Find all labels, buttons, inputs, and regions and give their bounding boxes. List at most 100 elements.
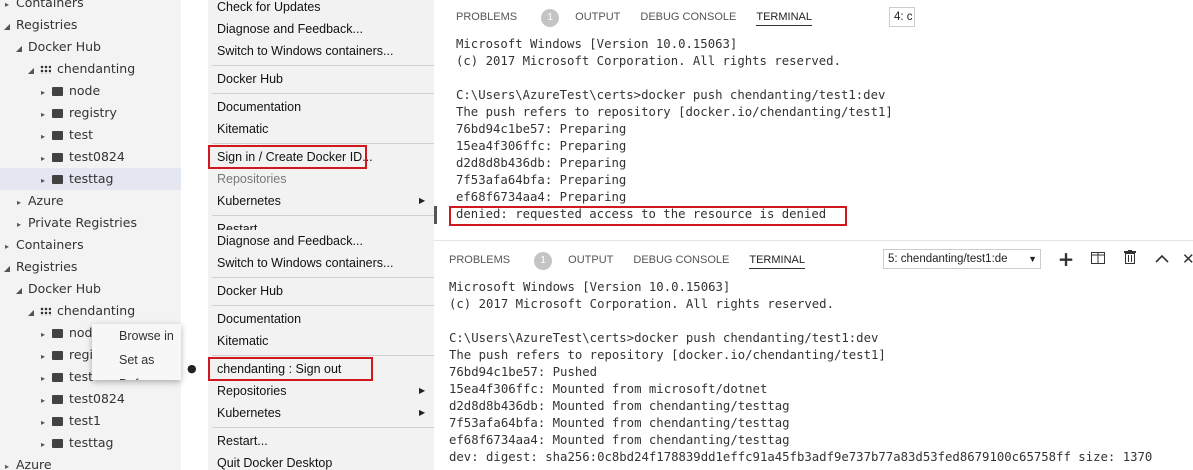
tree-item[interactable]: ◢ chendanting [0,58,181,80]
menu-divider [212,93,434,94]
terminal-line: ef68f6734aa4: Mounted from chendanting/t… [449,433,790,447]
expand-arrow-icon[interactable]: ▸ [38,126,48,148]
terminal-line: 15ea4f306ffc: Mounted from microsoft/dot… [449,382,768,396]
terminal-line: C:\Users\AzureTest\certs>docker push che… [456,88,886,102]
menu-documentation[interactable]: Documentation [217,96,301,118]
expand-arrow-icon[interactable]: ▸ [2,456,12,470]
expand-arrow-icon[interactable]: ▸ [38,148,48,170]
tree-item[interactable]: ▸ node [0,80,181,102]
collapse-arrow-icon[interactable]: ◢ [26,60,36,82]
tree-item[interactable]: ▸ Containers [0,0,181,14]
collapse-arrow-icon[interactable]: ◢ [14,38,24,60]
repository-context-menu: Browse in Set as Defa [92,324,181,380]
tree-item[interactable]: ◢ Docker Hub [0,36,181,58]
tree-item[interactable]: ◢ Docker Hub [0,278,181,300]
submenu-arrow-icon: ▶ [419,386,426,395]
expand-arrow-icon[interactable]: ▸ [38,170,48,192]
terminal-select[interactable]: 5: chendanting/test1:de ▼ [883,249,1041,269]
repository-icon [51,153,63,162]
menu-documentation[interactable]: Documentation [217,308,301,330]
tree-item-label: test1 [68,413,101,428]
collapse-arrow-icon[interactable]: ◢ [2,258,12,280]
tree-item[interactable]: ▸ test0824 [0,146,181,168]
tab-terminal[interactable]: TERMINAL [756,11,812,26]
menu-docker-hub[interactable]: Docker Hub [217,68,283,90]
tree-item-label: Docker Hub [27,39,101,54]
expand-arrow-icon[interactable]: ▸ [14,214,24,236]
tree-item[interactable]: ▸ test0824 [0,388,181,410]
menu-repositories[interactable]: Repositories [217,380,286,402]
tree-item-label: Containers [15,0,84,10]
menu-docker-hub[interactable]: Docker Hub [217,280,283,302]
menu-divider [212,143,434,144]
tree-item[interactable]: ▸ Azure [0,454,181,470]
menu-kubernetes[interactable]: Kubernetes [217,402,281,424]
collapse-arrow-icon[interactable]: ◢ [2,16,12,38]
expand-arrow-icon[interactable]: ▸ [38,434,48,456]
menu-kitematic[interactable]: Kitematic [217,330,268,352]
menu-divider [212,305,434,306]
tree-item[interactable]: ▸ testtag [0,168,181,190]
tree-item-label: test0824 [68,149,125,164]
tab-debug-console[interactable]: DEBUG CONSOLE [640,11,736,23]
chevron-up-icon[interactable] [1153,250,1171,268]
tree-item[interactable]: ◢ chendanting [0,300,181,322]
terminal-output-bottom: Microsoft Windows [Version 10.0.15063] (c… [449,279,1152,466]
repository-icon [51,87,63,96]
menu-check-updates[interactable]: Check for Updates [217,0,321,18]
tab-problems[interactable]: PROBLEMS [449,254,510,266]
menu-quit[interactable]: Quit Docker Desktop [217,452,332,470]
close-icon[interactable]: ✕ [1182,250,1193,268]
tree-item[interactable]: ▸ Containers [0,234,181,256]
user-icon: ● [187,362,197,375]
repository-icon [51,329,63,338]
collapse-arrow-icon[interactable]: ◢ [26,302,36,324]
menu-kubernetes[interactable]: Kubernetes [217,190,281,212]
add-terminal-icon[interactable]: + [1057,249,1075,269]
expand-arrow-icon[interactable]: ▸ [38,368,48,390]
expand-arrow-icon[interactable]: ▸ [38,412,48,434]
expand-arrow-icon[interactable]: ▸ [38,324,48,346]
trash-icon[interactable] [1121,250,1139,268]
chevron-down-icon: ▼ [1028,254,1037,264]
context-item-set-default[interactable]: Set as Defa [92,348,181,380]
expand-arrow-icon[interactable]: ▸ [2,236,12,258]
terminal-select[interactable]: 4: c [889,7,915,27]
tree-item-label: Private Registries [27,215,137,230]
collapse-arrow-icon[interactable]: ◢ [14,280,24,302]
tree-item-label: testtag [68,435,114,450]
tree-item[interactable]: ▸ Private Registries [0,212,181,234]
menu-diagnose-feedback[interactable]: Diagnose and Feedback... [217,18,363,40]
tree-item-label: Containers [15,237,84,252]
expand-arrow-icon[interactable]: ▸ [38,390,48,412]
tab-problems[interactable]: PROBLEMS [456,11,517,23]
tab-output[interactable]: OUTPUT [568,254,613,266]
tree-item[interactable]: ▸ testtag [0,432,181,454]
menu-switch-windows[interactable]: Switch to Windows containers... [217,252,393,274]
tab-terminal[interactable]: TERMINAL [749,254,805,269]
expand-arrow-icon[interactable]: ▸ [38,104,48,126]
menu-restart[interactable]: Restart... [217,430,268,452]
terminal-select-value: 5: chendanting/test1:de [888,253,1008,265]
tree-item[interactable]: ◢ Registries [0,256,181,278]
tab-debug-console[interactable]: DEBUG CONSOLE [633,254,729,266]
tree-item[interactable]: ▸ test1 [0,410,181,432]
tree-item[interactable]: ▸ Azure [0,190,181,212]
expand-arrow-icon[interactable]: ▸ [38,346,48,368]
split-terminal-icon[interactable] [1089,250,1107,268]
expand-arrow-icon[interactable]: ▸ [14,192,24,214]
tree-item[interactable]: ◢ Registries [0,14,181,36]
menu-switch-windows[interactable]: Switch to Windows containers... [217,40,393,62]
repository-icon [51,351,63,360]
submenu-arrow-icon: ▶ [419,196,426,205]
tree-item[interactable]: ▸ registry [0,102,181,124]
expand-arrow-icon[interactable]: ▸ [38,82,48,104]
terminal-line: 76bd94c1be57: Pushed [449,365,598,379]
tree-item[interactable]: ▸ test [0,124,181,146]
menu-restart[interactable]: Restart... [217,218,268,230]
menu-kitematic[interactable]: Kitematic [217,118,268,140]
menu-diagnose-feedback[interactable]: Diagnose and Feedback... [217,230,363,252]
tab-output[interactable]: OUTPUT [575,11,620,23]
context-item-browse[interactable]: Browse in [92,324,181,348]
terminal-line: The push refers to repository [docker.io… [449,348,886,362]
